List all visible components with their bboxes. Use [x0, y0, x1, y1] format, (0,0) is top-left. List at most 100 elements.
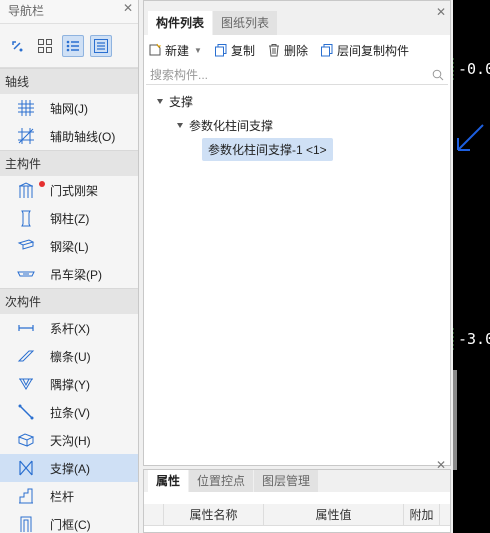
new-label: 新建: [165, 43, 190, 58]
nav-item-label: 门框(C): [50, 517, 91, 532]
crane-beam-icon: [16, 264, 36, 284]
nav-title: 导航栏: [8, 4, 45, 18]
nav-item-label: 门式刚架: [50, 183, 99, 198]
close-icon[interactable]: ✕: [122, 2, 134, 14]
nav-item-label: 檩条(U): [50, 349, 91, 364]
portal-frame-icon: [16, 180, 36, 200]
copy-icon: [214, 44, 227, 57]
nav-item-label: 系杆(X): [50, 321, 90, 336]
add-axis-icon[interactable]: [6, 35, 28, 57]
nav-title-bar: 导航栏 ✕: [0, 0, 138, 24]
nav-item-steel-beam[interactable]: 钢梁(L): [0, 232, 138, 260]
sag-rod-icon: [16, 402, 36, 422]
grid-icon: [16, 98, 36, 118]
railing-icon: [16, 486, 36, 506]
properties-panel: 属性 位置控点 图层管理 ✕ 属性名称 属性值 附加: [143, 458, 451, 533]
nav-item-label: 吊车梁(P): [50, 267, 102, 282]
delete-label: 删除: [283, 43, 308, 58]
component-tabs: 构件列表 图纸列表 ✕: [144, 1, 450, 35]
trash-icon: [268, 44, 279, 57]
tree-leaf-label[interactable]: 参数化柱间支撑-1 <1>: [202, 137, 333, 161]
nav-item-steel-column[interactable]: 钢柱(Z): [0, 204, 138, 232]
header-extra: 附加: [404, 504, 440, 525]
floor-copy-icon: [320, 44, 333, 57]
nav-item-label: 天沟(H): [50, 433, 91, 448]
nav-item-label: 支撑(A): [50, 461, 90, 476]
tab-properties[interactable]: 属性: [148, 470, 189, 492]
nav-item-sag-rod[interactable]: 拉条(V): [0, 398, 138, 426]
category-main: 主构件: [0, 150, 138, 176]
nav-item-door-frame[interactable]: 门框(C): [0, 510, 138, 533]
category-secondary: 次构件: [0, 288, 138, 314]
tab-control-points[interactable]: 位置控点: [189, 470, 254, 492]
tree-node-child[interactable]: 参数化柱间支撑: [144, 113, 450, 137]
delete-button[interactable]: 删除: [267, 42, 308, 59]
component-list-panel: 构件列表 图纸列表 ✕ 新建 ▼ 复制 删除 层间复制构件 搜索构件... 支撑: [143, 0, 451, 466]
expand-icon[interactable]: [157, 98, 163, 104]
purlin-icon: [16, 346, 36, 366]
nav-item-aux-axis[interactable]: 辅助轴线(O): [0, 122, 138, 150]
tree-node-label: 参数化柱间支撑: [189, 118, 274, 133]
nav-toolbar: [0, 24, 138, 68]
bracing-icon: [16, 458, 36, 478]
search-icon: [432, 69, 444, 80]
list-view-icon[interactable]: [62, 34, 84, 57]
tab-layer-manager[interactable]: 图层管理: [254, 470, 319, 492]
door-frame-icon: [16, 514, 36, 533]
search-input[interactable]: 搜索构件...: [146, 65, 448, 85]
knee-brace-icon: [16, 374, 36, 394]
nav-item-purlin[interactable]: 檩条(U): [0, 342, 138, 370]
notification-dot: [39, 181, 45, 187]
expand-icon[interactable]: [177, 122, 183, 128]
tie-rod-icon: [16, 318, 36, 338]
nav-item-label: 钢柱(Z): [50, 211, 90, 226]
chevron-down-icon[interactable]: ▼: [194, 46, 202, 55]
search-placeholder: 搜索构件...: [150, 68, 209, 82]
close-icon[interactable]: ✕: [436, 458, 446, 472]
grid-view-icon[interactable]: [34, 35, 56, 57]
component-tree: 支撑 参数化柱间支撑 参数化柱间支撑-1 <1>: [144, 85, 450, 161]
steel-column-icon: [16, 208, 36, 228]
detail-view-icon[interactable]: [90, 34, 112, 57]
nav-item-label: 轴网(J): [50, 101, 88, 116]
category-axis: 轴线: [0, 68, 138, 94]
scrollbar[interactable]: [453, 370, 457, 470]
nav-item-gutter[interactable]: 天沟(H): [0, 426, 138, 454]
header-prop-name: 属性名称: [164, 504, 264, 525]
nav-item-label: 钢梁(L): [50, 239, 89, 254]
component-toolbar: 新建 ▼ 复制 删除 层间复制构件: [144, 35, 450, 65]
nav-item-label: 拉条(V): [50, 405, 90, 420]
floor-copy-button[interactable]: 层间复制构件: [320, 42, 409, 59]
nav-item-grid[interactable]: 轴网(J): [0, 94, 138, 122]
drawing-canvas[interactable]: -0.05 -3.05: [453, 0, 490, 533]
header-prop-value: 属性值: [264, 504, 404, 525]
nav-item-label: 辅助轴线(O): [50, 129, 116, 144]
tree-node-label: 支撑: [169, 94, 194, 109]
nav-item-tie-rod[interactable]: 系杆(X): [0, 314, 138, 342]
floor-copy-label: 层间复制构件: [336, 43, 409, 58]
new-button[interactable]: 新建 ▼: [148, 42, 202, 59]
tab-component-list[interactable]: 构件列表: [148, 11, 213, 35]
copy-label: 复制: [230, 43, 255, 58]
navigation-panel: 导航栏 ✕ 轴线 轴网(J) 辅助轴线(O) 主构件 门式刚架 钢柱(Z) 钢梁…: [0, 0, 139, 533]
nav-item-railing[interactable]: 栏杆: [0, 482, 138, 510]
aux-axis-icon: [16, 126, 36, 146]
nav-item-label: 栏杆: [50, 489, 75, 504]
tree-node-leaf[interactable]: 参数化柱间支撑-1 <1>: [144, 137, 450, 161]
nav-item-knee-brace[interactable]: 隅撑(Y): [0, 370, 138, 398]
close-icon[interactable]: ✕: [436, 5, 446, 19]
properties-tabs: 属性 位置控点 图层管理 ✕: [144, 458, 450, 492]
tree-node-root[interactable]: 支撑: [144, 89, 450, 113]
new-icon: [149, 43, 162, 56]
nav-item-crane-beam[interactable]: 吊车梁(P): [0, 260, 138, 288]
copy-button[interactable]: 复制: [214, 42, 255, 59]
tab-drawing-list[interactable]: 图纸列表: [213, 11, 278, 35]
canvas-drawing: [453, 58, 484, 352]
nav-item-bracing[interactable]: 支撑(A): [0, 454, 138, 482]
nav-item-label: 隅撑(Y): [50, 377, 90, 392]
gutter-icon: [16, 430, 36, 450]
nav-item-portal-frame[interactable]: 门式刚架: [0, 176, 138, 204]
properties-table-header: 属性名称 属性值 附加: [144, 504, 450, 526]
row-index-header: [144, 504, 164, 525]
steel-beam-icon: [16, 236, 36, 256]
